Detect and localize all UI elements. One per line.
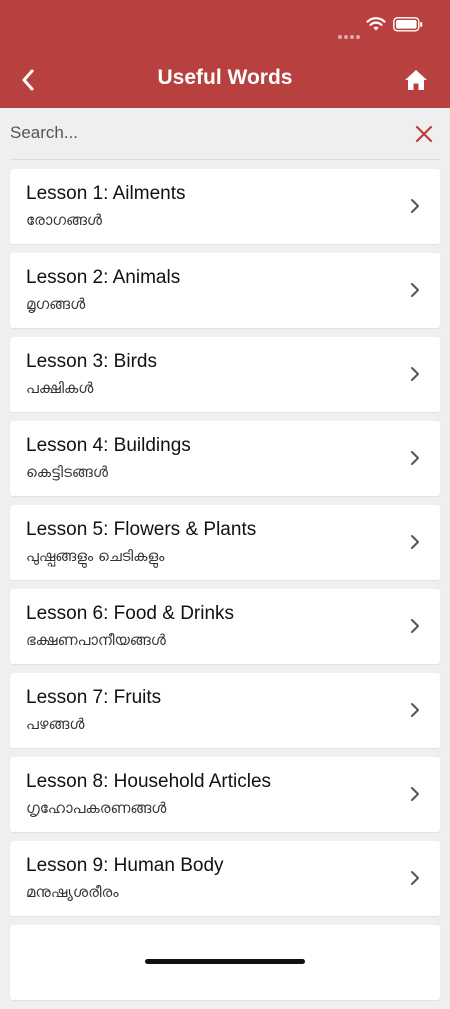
lesson-title: Lesson 1: Ailments	[26, 183, 186, 204]
lesson-subtitle: മനുഷ്യശരീരം	[26, 883, 119, 901]
lesson-subtitle: പക്ഷികൾ	[26, 379, 94, 397]
lesson-title: Lesson 7: Fruits	[26, 687, 162, 708]
home-button[interactable]	[396, 60, 436, 100]
search-input[interactable]	[10, 118, 390, 148]
chevron-left-icon	[22, 69, 34, 91]
chevron-right-icon	[411, 871, 419, 885]
divider	[10, 159, 440, 160]
list-item[interactable]: Lesson 6: Food & Drinks ഭക്ഷണപാനീയങ്ങൾ	[10, 589, 440, 664]
lesson-title: Lesson 5: Flowers & Plants	[26, 519, 257, 540]
top-app-bar: Useful Words	[0, 52, 450, 108]
home-indicator	[145, 959, 305, 964]
chevron-right-icon	[411, 535, 419, 549]
home-icon	[405, 70, 427, 90]
lesson-list: Lesson 1: Ailments രോഗങ്ങൾ Lesson 2: Ani…	[10, 169, 440, 1009]
wifi-icon	[366, 17, 386, 31]
lesson-subtitle: ഗൃഹോപകരണങ്ങൾ	[26, 799, 167, 817]
lesson-title: Lesson 2: Animals	[26, 267, 181, 288]
battery-icon	[393, 17, 423, 32]
chevron-right-icon	[411, 619, 419, 633]
lesson-title: Lesson 9: Human Body	[26, 855, 224, 876]
back-button[interactable]	[8, 60, 48, 100]
chevron-right-icon	[411, 199, 419, 213]
lesson-title: Lesson 6: Food & Drinks	[26, 603, 235, 624]
close-icon[interactable]	[412, 122, 436, 146]
chevron-right-icon	[411, 787, 419, 801]
chevron-right-icon	[411, 367, 419, 381]
chevron-right-icon	[411, 283, 419, 297]
lesson-subtitle: മൃഗങ്ങൾ	[26, 295, 86, 313]
lesson-subtitle: പഴങ്ങൾ	[26, 715, 85, 733]
list-item[interactable]: Lesson 5: Flowers & Plants പുഷ്പങ്ങളും ച…	[10, 505, 440, 580]
list-item[interactable]: Lesson 9: Human Body മനുഷ്യശരീരം	[10, 841, 440, 916]
list-item[interactable]: Lesson 3: Birds പക്ഷികൾ	[10, 337, 440, 412]
list-item[interactable]: Lesson 1: Ailments രോഗങ്ങൾ	[10, 169, 440, 244]
chevron-right-icon	[411, 451, 419, 465]
lesson-subtitle: ഭക്ഷണപാനീയങ്ങൾ	[26, 631, 166, 649]
search-bar	[0, 108, 450, 160]
lesson-subtitle: കെട്ടിടങ്ങൾ	[26, 463, 108, 481]
page-title: Useful Words	[157, 66, 293, 89]
chevron-right-icon	[411, 703, 419, 717]
lesson-title: Lesson 4: Buildings	[26, 435, 191, 456]
lesson-title: Lesson 8: Household Articles	[26, 771, 272, 792]
list-item[interactable]: Lesson 4: Buildings കെട്ടിടങ്ങൾ	[10, 421, 440, 496]
list-item[interactable]: Lesson 8: Household Articles ഗൃഹോപകരണങ്ങ…	[10, 757, 440, 832]
lesson-subtitle: പുഷ്പങ്ങളും ചെടികളും	[26, 547, 165, 565]
signal-icon	[338, 26, 362, 44]
status-bar	[0, 0, 450, 52]
lesson-subtitle: രോഗങ്ങൾ	[26, 211, 102, 229]
list-item[interactable]: Lesson 7: Fruits പഴങ്ങൾ	[10, 673, 440, 748]
lesson-title: Lesson 3: Birds	[26, 351, 157, 372]
list-item[interactable]: Lesson 2: Animals മൃഗങ്ങൾ	[10, 253, 440, 328]
